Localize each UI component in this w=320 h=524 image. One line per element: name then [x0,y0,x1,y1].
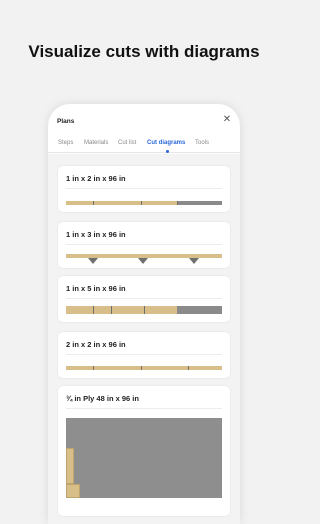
title-bar: Plans ✕ [48,104,240,134]
board-label: ¾ in Ply 48 in x 96 in [66,394,139,403]
page-headline: Visualize cuts with diagrams [28,42,260,61]
divider [66,354,222,355]
cut-line [111,306,113,314]
waste-segment [176,201,222,205]
board-diagram [66,201,222,205]
tab-cut-diagrams[interactable]: Cut diagrams [147,140,185,146]
diagram-card[interactable]: 1 in x 5 in x 96 in [58,276,230,322]
diagram-card[interactable]: ¾ in Ply 48 in x 96 in [58,386,230,516]
board-diagram [66,366,222,370]
cut-piece [66,484,80,498]
used-segment [66,306,177,314]
cut-marker-icon [138,258,148,264]
close-icon[interactable]: ✕ [222,115,232,125]
cut-marker-icon [88,258,98,264]
tab-steps[interactable]: Steps [58,140,73,146]
board-label: 1 in x 2 in x 96 in [66,174,126,183]
cut-line [140,201,142,205]
cut-line [144,306,145,314]
divider [66,188,222,189]
used-segment [66,201,177,205]
board-label: 2 in x 2 in x 96 in [66,340,126,349]
diagram-card[interactable]: 1 in x 3 in x 96 in [58,222,230,268]
tab-tools[interactable]: Tools [195,140,209,146]
cut-marker-icon [189,258,199,264]
window-title: Plans [57,118,75,125]
active-tab-indicator [166,150,169,153]
waste-segment [176,306,222,314]
cut-line [176,201,178,205]
tab-bar: Steps Materials Cut list Cut diagrams To… [48,138,240,153]
divider [66,244,222,245]
cut-line [140,366,142,370]
board-label: 1 in x 3 in x 96 in [66,230,126,239]
cut-line [92,201,94,205]
diagram-card[interactable]: 2 in x 2 in x 96 in [58,332,230,378]
phone-screen: Plans ✕ Steps Materials Cut list Cut dia… [48,104,240,524]
tab-materials[interactable]: Materials [84,140,108,146]
cut-diagram-list: 1 in x 2 in x 96 in 1 in x 3 in x 96 in [48,154,240,524]
divider [66,298,222,299]
sheet-diagram [66,418,222,498]
diagram-card[interactable]: 1 in x 2 in x 96 in [58,166,230,212]
cut-piece [66,448,74,484]
board-diagram [66,306,222,314]
board-label: 1 in x 5 in x 96 in [66,284,126,293]
cut-line [92,306,94,314]
cut-line [92,366,94,370]
cut-line [187,366,189,370]
tab-cut-list[interactable]: Cut list [118,140,136,146]
used-segment [66,366,222,370]
divider [66,408,222,409]
